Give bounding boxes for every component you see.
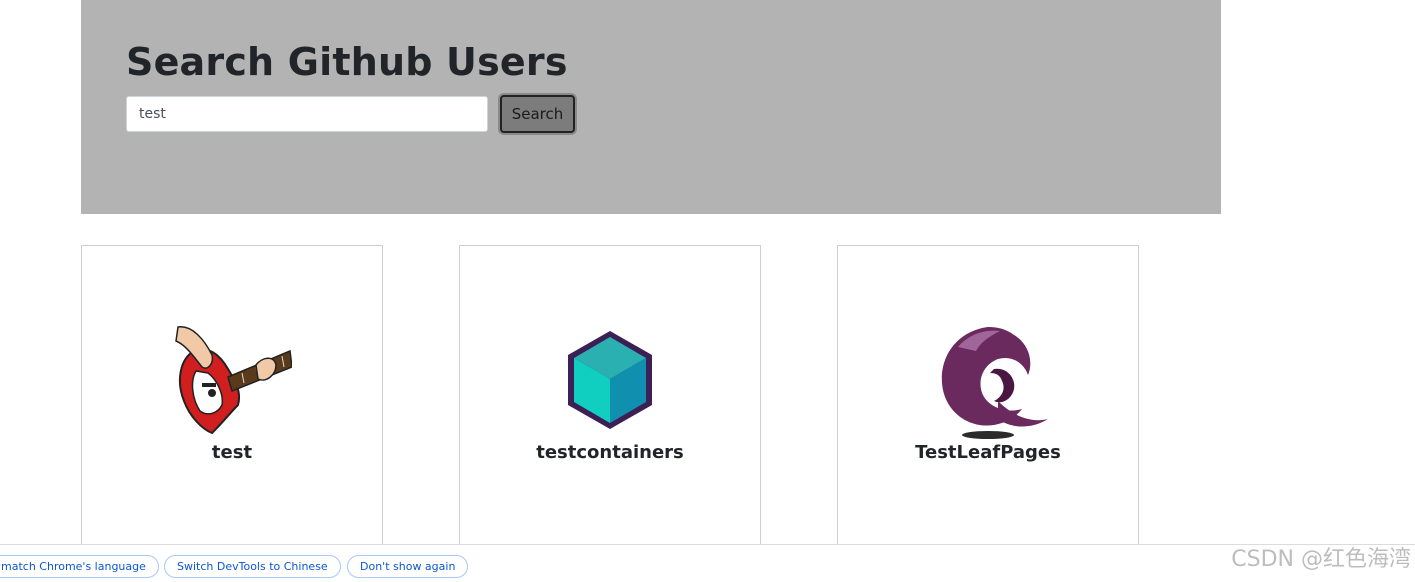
cube-avatar-icon (568, 331, 652, 429)
user-login[interactable]: TestLeafPages (838, 442, 1138, 463)
search-header: Search Github Users Search (81, 0, 1221, 214)
search-form: Search (126, 95, 575, 133)
user-login[interactable]: testcontainers (460, 442, 760, 463)
user-card-testleafpages[interactable]: TestLeafPages (837, 245, 1139, 555)
search-input[interactable] (126, 96, 488, 132)
user-card-testcontainers[interactable]: testcontainers (459, 245, 761, 555)
guitar-avatar-icon (175, 326, 292, 435)
page: Search Github Users Search test (0, 0, 1415, 582)
match-language-button[interactable]: match Chrome's language (0, 555, 159, 578)
user-login[interactable]: test (82, 442, 382, 463)
watermark: CSDN @红色海湾 (1231, 547, 1411, 572)
dont-show-again-button[interactable]: Don't show again (347, 555, 469, 578)
search-button[interactable]: Search (500, 95, 575, 133)
bird-logo-avatar-icon (941, 327, 1048, 439)
user-card-test[interactable]: test (81, 245, 383, 555)
switch-devtools-chinese-button[interactable]: Switch DevTools to Chinese (164, 555, 341, 578)
devtools-language-bar: match Chrome's language Switch DevTools … (0, 544, 1415, 582)
page-title: Search Github Users (126, 40, 568, 84)
